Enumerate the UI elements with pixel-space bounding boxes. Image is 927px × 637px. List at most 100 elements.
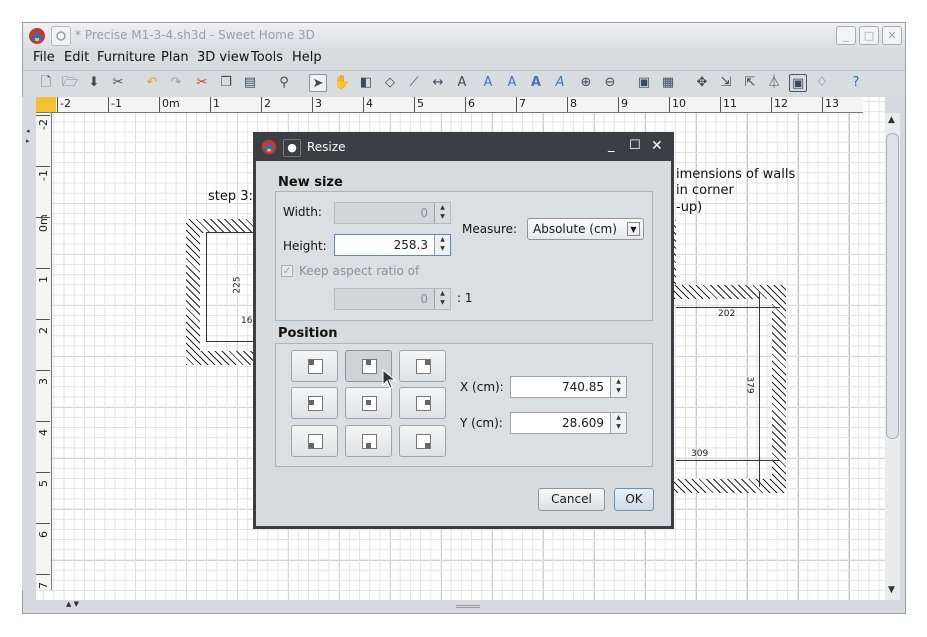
save-icon[interactable]: ⬇ [85, 74, 103, 92]
help-icon[interactable]: ? [847, 74, 865, 92]
cut-prefs-icon[interactable]: ✂ [109, 74, 127, 92]
create-walls-icon[interactable]: ◧ [357, 74, 375, 92]
y-spinner[interactable]: ▲ ▼ [610, 413, 626, 433]
ruler-h-label: 2 [261, 97, 271, 112]
import-icon[interactable]: ⇲ [717, 74, 735, 92]
create-rooms-icon[interactable]: ◇ [381, 74, 399, 92]
collapse-arrow-icon[interactable]: ◂ [26, 127, 30, 135]
app-logo-icon[interactable] [27, 26, 47, 46]
create-dimensions-icon[interactable]: ↔ [429, 74, 447, 92]
ruler-corner-icon [36, 97, 56, 112]
video-icon[interactable]: ▦ [659, 74, 677, 92]
bold-icon[interactable]: A [527, 74, 545, 92]
zoom-in-icon[interactable]: ⊕ [577, 74, 595, 92]
width-label: Width: [283, 205, 322, 219]
ruler-v-label: -2 [36, 115, 50, 130]
text-size-icon[interactable]: A [503, 74, 521, 92]
measure-icon[interactable]: ♢ [813, 74, 831, 92]
resize-dialog: ● Resize _ ☐ ✕ New size Width: 0 ▲ ▼ Heig… [253, 132, 674, 529]
scroll-up-icon[interactable]: ▲ [888, 115, 895, 125]
open-icon[interactable]: 🗁 [61, 74, 79, 92]
dialog-app-icon [260, 138, 278, 156]
create-polylines-icon[interactable]: ⟋ [405, 74, 423, 92]
anchor-center-button[interactable] [345, 387, 392, 419]
menu-tools[interactable]: Tools [251, 50, 283, 65]
photo-icon[interactable]: ▣ [635, 74, 653, 92]
dialog-maximize-button[interactable]: ☐ [629, 138, 641, 153]
dimension-line-202 [676, 307, 780, 308]
close-button[interactable]: ✕ [882, 26, 902, 45]
menu-edit[interactable]: Edit [64, 50, 89, 65]
menu-furniture[interactable]: Furniture [97, 50, 155, 65]
export-icon[interactable]: ⇱ [741, 74, 759, 92]
height-label: Height: [283, 239, 327, 253]
expand-arrow-icon[interactable]: ▸ [26, 137, 30, 145]
height-field[interactable]: 258.3 ▲ ▼ [334, 234, 451, 256]
anchor-top-left-button[interactable] [291, 350, 338, 382]
select-icon[interactable]: ➤ [309, 74, 327, 92]
dialog-close-button[interactable]: ✕ [651, 138, 663, 154]
anchor-middle-right-button[interactable] [399, 387, 446, 419]
vertical-scrollbar[interactable]: ▲ ▼ [885, 113, 900, 600]
chevron-down-icon[interactable]: ▼ [627, 222, 640, 236]
x-spinner[interactable]: ▲ ▼ [610, 377, 626, 397]
dimension-202: 202 [718, 309, 736, 319]
menu-file[interactable]: File [33, 50, 55, 65]
menu-help[interactable]: Help [292, 50, 322, 65]
zoom-out-icon[interactable]: ⊖ [601, 74, 619, 92]
maximize-button[interactable]: □ [859, 26, 879, 45]
horizontal-ruler: -2 -1 0m 1 2 3 4 5 6 7 8 9 10 11 12 13 1… [36, 97, 863, 113]
bottom-split-bar[interactable]: ▲ ▼ [36, 600, 885, 613]
menu-plan[interactable]: Plan [161, 50, 189, 65]
window-title: * Precise M1-3-4.sh3d - Sweet Home 3D [75, 28, 315, 42]
y-field[interactable]: 28.609 ▲ ▼ [510, 412, 627, 434]
dialog-pin-icon[interactable]: ● [283, 139, 301, 157]
scrollbar-thumb[interactable] [886, 133, 899, 439]
ruler-v-label: 4 [36, 421, 50, 436]
ruler-v-label: -1 [36, 166, 50, 181]
measure-select[interactable]: Absolute (cm) ▼ [527, 218, 644, 240]
menu-3d-view[interactable]: 3D view [197, 50, 249, 65]
modify-icon[interactable]: ✥ [693, 74, 711, 92]
position-title: Position [278, 326, 338, 341]
x-label: X (cm): [460, 380, 504, 394]
new-icon[interactable]: 🗋 [37, 74, 55, 92]
split-arrows-icon[interactable]: ▲ ▼ [66, 600, 79, 608]
minimize-button[interactable]: _ [836, 26, 856, 45]
ruler-h-label: 4 [363, 97, 373, 112]
italic-icon[interactable]: A [551, 74, 569, 92]
anchor-bottom-left-button[interactable] [291, 425, 338, 457]
keep-ratio-checkbox[interactable]: ✓ [281, 265, 293, 277]
dialog-title: Resize [307, 140, 346, 154]
ruler-h-label: 13 [822, 97, 839, 112]
ruler-h-label: 6 [465, 97, 475, 112]
text-style-icon[interactable]: A [479, 74, 497, 92]
plan-note-line3: -up) [676, 200, 703, 215]
scroll-down-icon[interactable]: ▼ [888, 585, 895, 595]
ok-button[interactable]: OK [614, 488, 654, 511]
anchor-top-right-button[interactable] [399, 350, 446, 382]
preferences-icon[interactable]: ▣ [789, 74, 807, 92]
left-split-bar[interactable]: ◂ ▸ [22, 97, 36, 590]
height-spinner[interactable]: ▲ ▼ [434, 235, 450, 255]
flip-icon[interactable]: ⏃ [765, 74, 783, 92]
anchor-bottom-center-button[interactable] [345, 425, 392, 457]
y-label: Y (cm): [460, 416, 503, 430]
cut-icon[interactable]: ✂ [193, 74, 211, 92]
anchor-middle-left-button[interactable] [291, 387, 338, 419]
pin-icon[interactable] [51, 26, 71, 46]
dialog-minimize-button[interactable]: _ [608, 138, 615, 153]
add-text-icon[interactable]: A [453, 74, 471, 92]
split-grip[interactable] [456, 605, 480, 608]
pan-icon[interactable]: ✋ [333, 74, 351, 92]
anchor-bottom-right-button[interactable] [399, 425, 446, 457]
add-furniture-icon[interactable]: ⚲ [275, 74, 293, 92]
paste-icon[interactable]: ▤ [241, 74, 259, 92]
copy-icon[interactable]: ❐ [217, 74, 235, 92]
x-field[interactable]: 740.85 ▲ ▼ [510, 376, 627, 398]
cancel-button[interactable]: Cancel [538, 488, 605, 511]
redo-icon[interactable]: ↷ [167, 74, 185, 92]
undo-icon[interactable]: ↶ [143, 74, 161, 92]
width-field: 0 ▲ ▼ [334, 202, 451, 224]
ruler-v-label: 1 [36, 268, 50, 283]
